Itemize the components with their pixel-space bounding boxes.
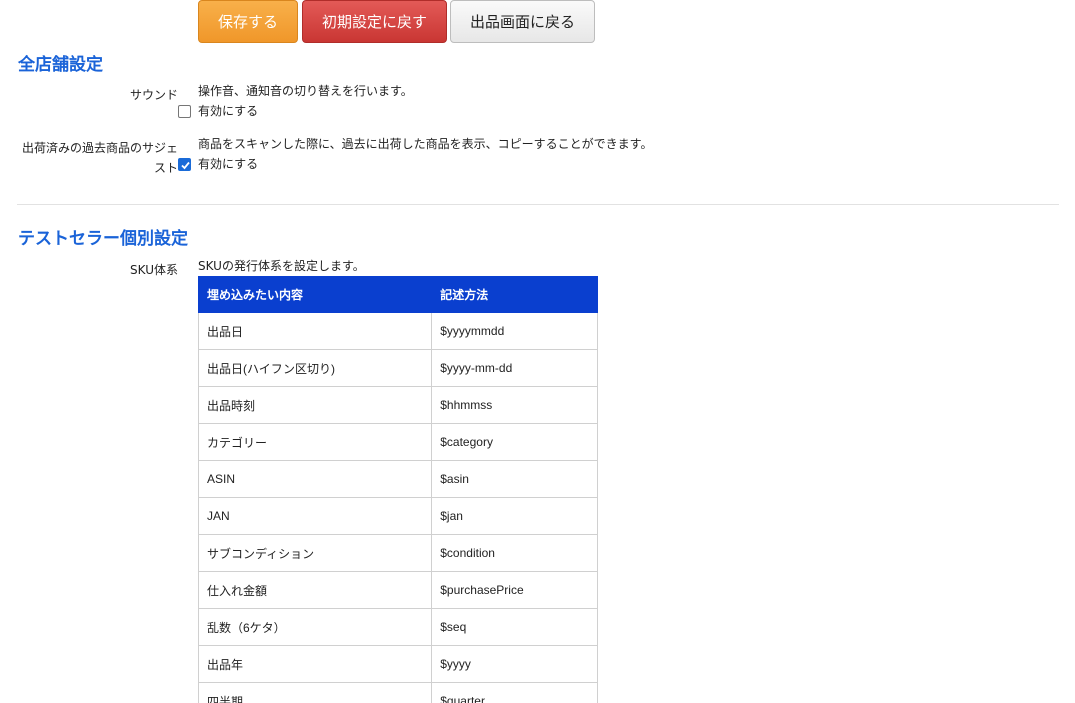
back-to-listing-button[interactable]: 出品画面に戻る <box>450 0 595 43</box>
column-header-content: 埋め込みたい内容 <box>197 276 433 313</box>
suggest-checkbox-label[interactable]: 有効にする <box>198 155 258 172</box>
table-body: 出品日 $yyyymmdd 出品日(ハイフン区切り) $yyyy-mm-dd 出品時刻 $… <box>197 312 598 703</box>
sku-label: SKU体系 <box>130 263 178 277</box>
cell-syntax: $purchasePrice <box>431 571 598 609</box>
suggest-label: 出荷済みの過去商品のサジェ スト <box>22 138 178 178</box>
sound-description: 操作音、通知音の切り替えを行います。 <box>198 84 413 98</box>
reset-defaults-button[interactable]: 初期設定に戻す <box>302 0 447 43</box>
cell-syntax: $yyyymmdd <box>431 312 598 350</box>
all-stores-title: 全店舗設定 <box>18 55 103 75</box>
table-row: 出品日(ハイフン区切り) $yyyy-mm-dd <box>197 349 598 387</box>
cell-content: カテゴリー <box>197 423 433 461</box>
sku-reference-table: 埋め込みたい内容 記述方法 出品日 $yyyymmdd 出品日(ハイフン区切り) $y… <box>197 276 598 703</box>
seller-settings-title: テストセラー個別設定 <box>18 229 188 249</box>
cell-content: JAN <box>197 497 433 535</box>
table-row: JAN $jan <box>197 497 598 535</box>
save-button[interactable]: 保存する <box>198 0 298 43</box>
table-row: 乱数（6ケタ） $seq <box>197 608 598 646</box>
cell-syntax: $condition <box>431 534 598 572</box>
column-header-syntax: 記述方法 <box>431 276 598 313</box>
settings-page: 保存する 初期設定に戻す 出品画面に戻る 全店舗設定 サウンド 操作音、通知音の… <box>0 0 1075 703</box>
cell-content: 出品日 <box>197 312 433 350</box>
suggest-label-line1: 出荷済みの過去商品のサジェ <box>21 141 178 155</box>
cell-content: 仕入れ金額 <box>197 571 433 609</box>
section-divider <box>17 204 1059 205</box>
cell-syntax: $hhmmss <box>431 386 598 424</box>
checkmark-icon <box>181 161 190 170</box>
table-row: サブコンディション $condition <box>197 534 598 572</box>
table-header-row: 埋め込みたい内容 記述方法 <box>197 276 598 313</box>
cell-syntax: $jan <box>431 497 598 535</box>
suggest-label-line2: スト <box>153 161 178 175</box>
suggest-description: 商品をスキャンした際に、過去に出荷した商品を表示、コピーすることができます。 <box>198 137 653 151</box>
sound-checkbox[interactable] <box>178 105 191 118</box>
suggest-checkbox[interactable] <box>178 158 191 171</box>
table-row: 四半期 $quarter <box>197 682 598 703</box>
cell-content: 乱数（6ケタ） <box>197 608 433 646</box>
cell-syntax: $quarter <box>431 682 598 703</box>
table-row: カテゴリー $category <box>197 423 598 461</box>
table-row: 出品時刻 $hhmmss <box>197 386 598 424</box>
cell-content: 出品年 <box>197 645 433 683</box>
cell-syntax: $seq <box>431 608 598 646</box>
sku-description: SKUの発行体系を設定します。 <box>198 259 365 273</box>
table-row: 仕入れ金額 $purchasePrice <box>197 571 598 609</box>
cell-syntax: $category <box>431 423 598 461</box>
cell-syntax: $asin <box>431 460 598 498</box>
cell-content: 四半期 <box>197 682 433 703</box>
sound-label: サウンド <box>129 88 178 102</box>
cell-content: 出品日(ハイフン区切り) <box>197 349 433 387</box>
cell-syntax: $yyyy <box>431 645 598 683</box>
cell-content: サブコンディション <box>197 534 433 572</box>
cell-content: ASIN <box>197 460 433 498</box>
table-row: ASIN $asin <box>197 460 598 498</box>
table-row: 出品年 $yyyy <box>197 645 598 683</box>
cell-content: 出品時刻 <box>197 386 433 424</box>
cell-syntax: $yyyy-mm-dd <box>431 349 598 387</box>
table-row: 出品日 $yyyymmdd <box>197 312 598 350</box>
sound-checkbox-label[interactable]: 有効にする <box>198 102 258 119</box>
